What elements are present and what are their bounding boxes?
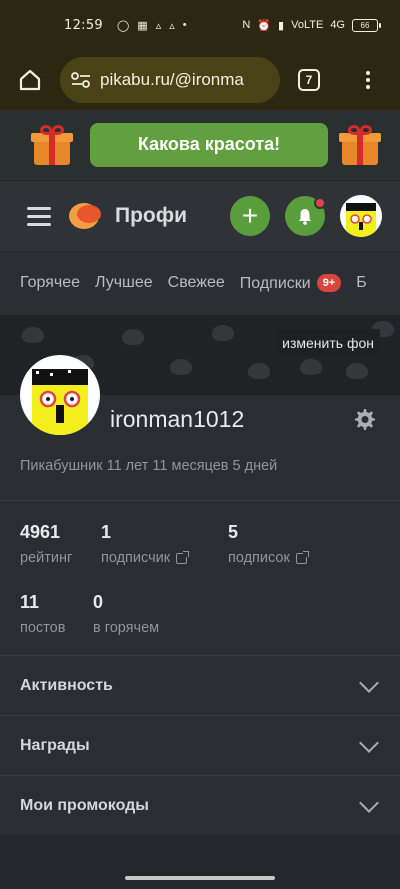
tab-count: 7	[305, 73, 313, 87]
bell-icon	[299, 209, 312, 225]
app-icon-3: ▵	[169, 19, 175, 32]
volte-icon: VoLTE	[291, 19, 324, 31]
change-background-button[interactable]: изменить фон	[276, 329, 380, 357]
promo-button[interactable]: Какова красота!	[90, 122, 328, 167]
url-text: pikabu.ru/@ironma	[100, 70, 244, 89]
section-activity-label: Активность	[20, 676, 113, 694]
menu-icon[interactable]	[27, 206, 51, 226]
posts-value: 11	[20, 592, 40, 612]
member-since: Пикабушник 11 лет 11 месяцев 5 дней	[20, 458, 278, 474]
tab-subscriptions-label: Подписки	[239, 274, 311, 292]
nfc-icon: N	[242, 19, 251, 31]
rating-label: рейтинг	[20, 550, 73, 566]
section-promocodes[interactable]: Мои промокоды	[0, 775, 400, 835]
posts-label: постов	[20, 620, 66, 636]
browser-toolbar: pikabu.ru/@ironma 7	[0, 50, 400, 110]
profile-avatar[interactable]	[20, 355, 100, 435]
system-icons: N ⏰ ▮ VoLTE 4G 66	[242, 18, 381, 32]
stat-subscriptions[interactable]: 5 подписок	[228, 522, 309, 566]
plus-icon: +	[241, 200, 259, 231]
gift-icon-right	[338, 123, 382, 167]
tab-best[interactable]: Лучшее	[95, 274, 153, 292]
app-icon: ▦	[137, 19, 148, 32]
tab-switcher-button[interactable]: 7	[298, 69, 320, 91]
section-awards-label: Награды	[20, 736, 90, 754]
status-bar: 12:59 ◯ ▦ ▵ ▵ • N ⏰ ▮ VoLTE 4G 66	[0, 0, 400, 50]
header-avatar[interactable]	[340, 195, 383, 237]
tab-hot[interactable]: Горячее	[20, 274, 80, 292]
stat-rating: 4961 рейтинг	[20, 522, 72, 566]
external-link-icon	[176, 550, 190, 564]
section-promocodes-label: Мои промокоды	[20, 796, 149, 814]
followers-label: подписчик	[101, 550, 171, 566]
status-time: 12:59	[64, 17, 103, 33]
rating-value: 4961	[20, 522, 61, 542]
address-bar[interactable]: pikabu.ru/@ironma	[60, 57, 280, 103]
promo-button-label: Какова красота!	[137, 134, 281, 154]
stat-hot: 0 в горячем	[93, 592, 159, 636]
subscriptions-badge: 9+	[316, 273, 342, 292]
battery-level: 66	[360, 20, 370, 30]
link-icon: ◯	[116, 19, 130, 32]
subscriptions-label: подписок	[228, 550, 290, 566]
feed-tabs: Горячее Лучшее Свежее Подписки 9+ Б	[0, 251, 400, 315]
chevron-down-icon	[359, 733, 379, 753]
app-icon-2: ▵	[155, 19, 162, 32]
notification-icons: ◯ ▦ ▵ ▵ •	[117, 19, 187, 32]
subscriptions-value: 5	[228, 522, 239, 542]
site-settings-icon[interactable]	[70, 71, 92, 89]
network-label: 4G	[330, 19, 345, 31]
tab-subscriptions[interactable]: Подписки 9+	[239, 273, 342, 293]
stat-followers[interactable]: 1 подписчик	[101, 522, 190, 566]
followers-value: 1	[101, 522, 112, 542]
add-post-button[interactable]: +	[230, 196, 271, 236]
site-header: Профи +	[0, 181, 400, 251]
section-activity[interactable]: Активность	[0, 655, 400, 715]
pikabu-logo[interactable]	[67, 199, 105, 233]
notification-dot	[314, 197, 327, 209]
gesture-bar[interactable]	[125, 876, 275, 880]
username: ironman1012	[110, 406, 245, 432]
promo-banner: Какова красота!	[0, 110, 400, 180]
section-awards[interactable]: Награды	[0, 715, 400, 775]
brand-label[interactable]: Профи	[115, 204, 187, 228]
settings-gear-icon[interactable]	[353, 408, 377, 432]
dot-icon: •	[182, 19, 187, 31]
alarm-icon: ⏰	[257, 19, 272, 32]
battery-icon: 66	[352, 18, 381, 32]
hot-label: в горячем	[93, 620, 160, 636]
notifications-button[interactable]	[285, 196, 327, 236]
external-link-icon	[295, 550, 309, 564]
vibrate-icon: ▮	[278, 19, 285, 32]
home-button[interactable]	[10, 60, 50, 100]
gift-icon	[30, 123, 74, 167]
chevron-down-icon	[359, 793, 379, 813]
change-background-label: изменить фон	[282, 335, 374, 351]
hot-value: 0	[93, 592, 104, 612]
chevron-down-icon	[359, 673, 379, 693]
tab-more[interactable]: Б	[356, 274, 367, 292]
divider	[0, 500, 400, 501]
browser-menu-button[interactable]	[366, 71, 370, 89]
stat-posts: 11 постов	[20, 592, 65, 636]
home-icon	[19, 69, 41, 91]
tab-fresh[interactable]: Свежее	[168, 274, 225, 292]
